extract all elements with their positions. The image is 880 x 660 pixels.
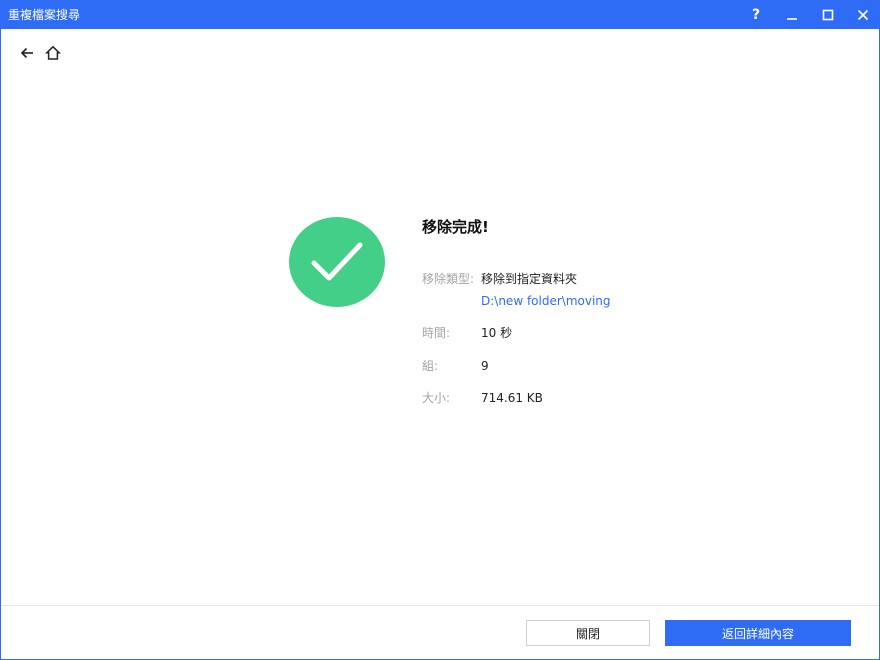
back-button[interactable]: [17, 43, 37, 63]
time-label: 時間:: [422, 326, 451, 340]
result-heading: 移除完成!: [422, 218, 489, 236]
back-to-details-button[interactable]: 返回詳細內容: [665, 620, 851, 646]
app-window: 重複檔案搜尋 ? 移除完成! 移除類型: 移除到指定資料夾 D:\new fol…: [0, 0, 880, 660]
nav-bar: [1, 29, 879, 79]
help-icon: ?: [751, 7, 761, 23]
close-icon: [857, 9, 869, 21]
maximize-icon: [822, 9, 834, 21]
help-button[interactable]: ?: [741, 1, 771, 29]
minimize-icon: [787, 18, 797, 20]
home-button[interactable]: [43, 43, 63, 63]
close-button[interactable]: 關閉: [526, 620, 650, 646]
success-badge: [289, 217, 385, 307]
close-window-button[interactable]: [848, 1, 878, 29]
window-title: 重複檔案搜尋: [8, 8, 81, 22]
maximize-button[interactable]: [813, 1, 843, 29]
size-value: 714.61 KB: [481, 391, 543, 405]
groups-value: 9: [481, 359, 489, 373]
checkmark-icon: [311, 242, 363, 281]
removal-type-value: 移除到指定資料夾: [481, 272, 578, 286]
groups-label: 組:: [422, 359, 439, 373]
title-bar: 重複檔案搜尋 ?: [1, 1, 879, 29]
destination-path-link[interactable]: D:\new folder\moving: [481, 293, 611, 309]
home-icon: [45, 45, 61, 60]
removal-type-label: 移除類型:: [422, 272, 475, 286]
arrow-left-icon: [20, 47, 33, 59]
minimize-button[interactable]: [777, 1, 807, 29]
size-label: 大小:: [422, 391, 451, 405]
time-value: 10 秒: [481, 326, 513, 340]
footer-bar: 關閉 返回詳細內容: [1, 605, 879, 659]
